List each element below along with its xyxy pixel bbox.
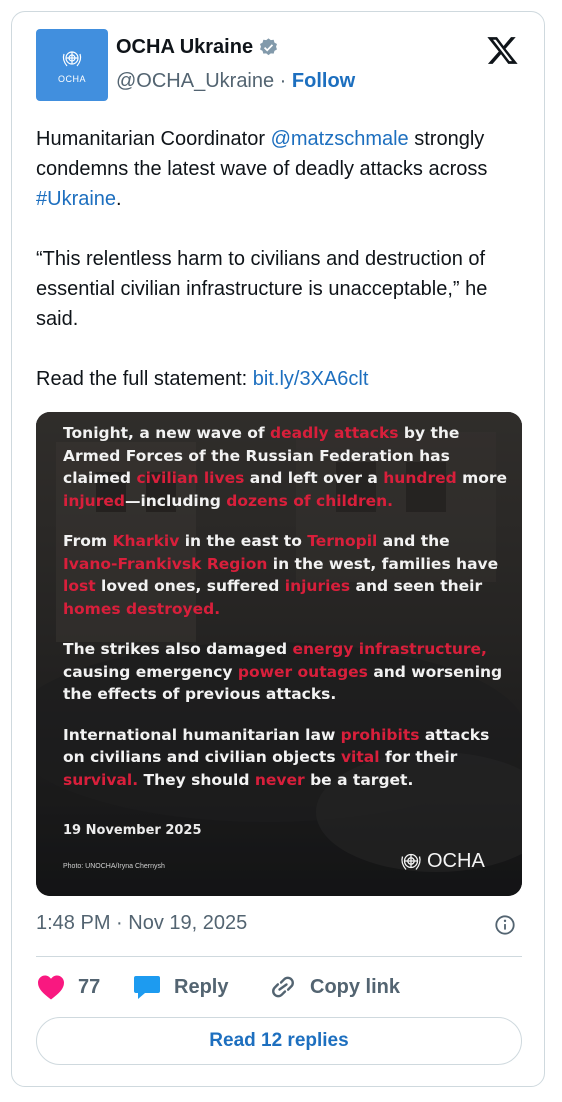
tweet-paragraph-3: Read the full statement: bit.ly/3XA6clt (36, 364, 526, 394)
account-name[interactable]: OCHA Ukraine (116, 36, 279, 59)
image-paragraph-2: From Kharkiv in the east to Ternopil and… (63, 532, 499, 618)
image-paragraph-1: Tonight, a new wave of deadly attacks by… (63, 424, 508, 510)
tweet-image[interactable]: Tonight, a new wave of deadly attacks by… (36, 412, 522, 896)
handle-row: @OCHA_Ukraine · Follow (116, 70, 355, 93)
timestamp[interactable]: 1:48 PM · Nov 19, 2025 (36, 912, 247, 935)
link-icon (272, 976, 294, 998)
divider (36, 956, 522, 957)
info-icon[interactable] (494, 914, 516, 936)
text-run: Read the full statement: (36, 368, 253, 390)
tweet-text: Humanitarian Coordinator @matzschmale st… (36, 124, 526, 394)
tweet-paragraph-1: Humanitarian Coordinator @matzschmale st… (36, 124, 526, 214)
photo-credit: Photo: UNOCHA/Iryna Chernysh (63, 863, 165, 870)
statement-link[interactable]: bit.ly/3XA6clt (253, 368, 369, 390)
avatar[interactable]: OCHA (36, 29, 108, 101)
mention-link[interactable]: @matzschmale (271, 128, 409, 150)
follow-button[interactable]: Follow (292, 70, 355, 92)
reply-bubble-icon (134, 976, 160, 999)
separator: · (274, 70, 292, 92)
x-logo-icon[interactable] (486, 34, 519, 67)
like-count: 77 (78, 975, 101, 998)
reply-button[interactable]: Reply (132, 973, 268, 1001)
image-date: 19 November 2025 (63, 823, 202, 838)
text-run: Humanitarian Coordinator (36, 128, 271, 150)
un-emblem-icon (401, 853, 421, 870)
verified-badge-icon (260, 38, 278, 56)
read-replies-button[interactable]: Read 12 replies (36, 1017, 522, 1065)
ocha-logo-text: OCHA (427, 849, 485, 872)
copy-link-label: Copy link (310, 975, 401, 998)
account-name-text[interactable]: OCHA Ukraine (116, 36, 253, 59)
heart-icon (38, 975, 64, 1000)
account-handle[interactable]: @OCHA_Ukraine (116, 70, 274, 92)
image-paragraph-4: International humanitarian law prohibits… (63, 725, 490, 789)
avatar-label: OCHA (57, 74, 86, 84)
ocha-logo: OCHA (399, 849, 485, 873)
hashtag-link[interactable]: #Ukraine (36, 188, 116, 210)
image-statement: Tonight, a new wave of deadly attacks by… (63, 422, 508, 809)
un-emblem-icon (62, 51, 82, 67)
tweet-card: OCHA OCHA Ukraine @OCHA_Ukraine · Follow… (11, 11, 545, 1087)
reply-label: Reply (174, 975, 229, 998)
action-bar: 77 Reply Copy link (36, 974, 400, 1000)
like-button[interactable]: 77 (36, 973, 132, 1001)
image-paragraph-3: The strikes also damaged energy infrastr… (63, 640, 503, 703)
tweet-paragraph-2: “This relentless harm to civilians and d… (36, 248, 488, 330)
copy-link-button[interactable]: Copy link (268, 973, 400, 1001)
text-run: . (116, 188, 122, 210)
